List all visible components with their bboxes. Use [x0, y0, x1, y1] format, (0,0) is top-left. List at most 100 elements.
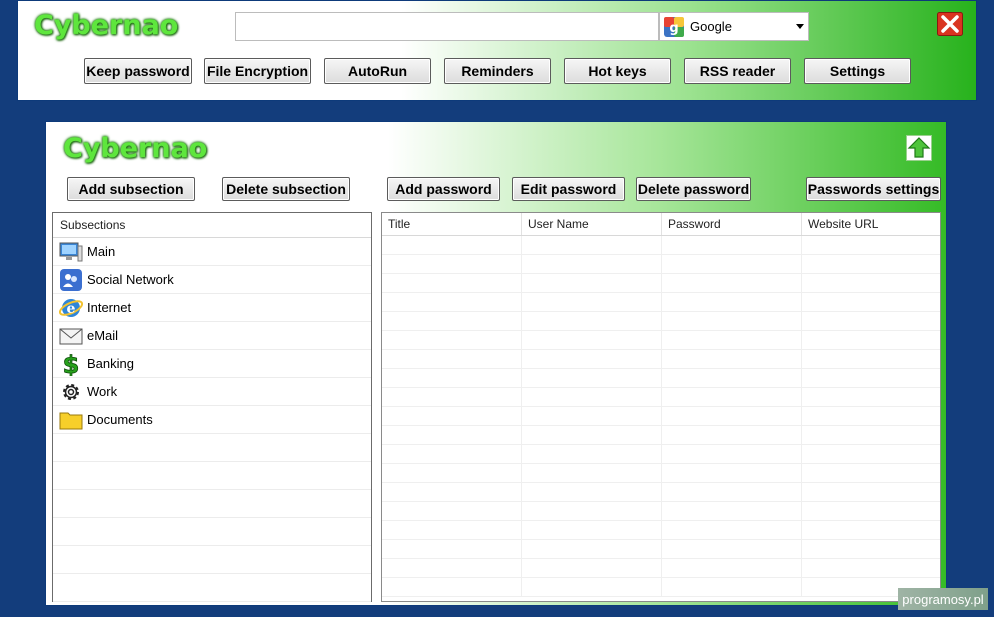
table-cell — [382, 236, 522, 254]
table-row — [382, 255, 940, 274]
table-cell — [382, 274, 522, 292]
table-cell — [802, 502, 940, 520]
table-row — [382, 274, 940, 293]
table-cell — [522, 274, 662, 292]
table-cell — [662, 502, 802, 520]
table-cell — [382, 483, 522, 501]
table-cell — [662, 578, 802, 596]
table-cell — [662, 540, 802, 558]
table-cell — [522, 407, 662, 425]
list-item[interactable]: Social Network — [53, 266, 371, 294]
column-header-website-url[interactable]: Website URL — [802, 213, 940, 235]
settings-button[interactable]: Settings — [804, 58, 911, 84]
svg-text:e: e — [67, 301, 76, 317]
table-cell — [522, 540, 662, 558]
file-encryption-button[interactable]: File Encryption — [204, 58, 311, 84]
list-item[interactable]: $ Banking — [53, 350, 371, 378]
gear-icon — [63, 383, 79, 400]
list-item[interactable]: Work — [53, 378, 371, 406]
table-cell — [382, 293, 522, 311]
table-cell — [802, 521, 940, 539]
table-cell — [382, 388, 522, 406]
table-cell — [382, 312, 522, 330]
passwords-table-body — [382, 236, 940, 597]
add-password-button[interactable]: Add password — [387, 177, 500, 201]
table-row — [382, 426, 940, 445]
list-item[interactable]: eMail — [53, 322, 371, 350]
passwords-settings-button[interactable]: Passwords settings — [806, 177, 941, 201]
subsections-list[interactable]: Subsections Main Social Network e Intern… — [52, 212, 372, 602]
column-header-user-name[interactable]: User Name — [522, 213, 662, 235]
social-network-icon — [60, 268, 82, 291]
empty-row — [53, 434, 371, 462]
keep-password-button[interactable]: Keep password — [84, 58, 192, 84]
table-row — [382, 483, 940, 502]
top-toolbar: Cybernao g Google Keep password File Enc… — [17, 0, 977, 101]
delete-password-button[interactable]: Delete password — [636, 177, 751, 201]
table-cell — [522, 559, 662, 577]
table-cell — [662, 369, 802, 387]
table-cell — [522, 350, 662, 368]
subsections-header: Subsections — [53, 213, 371, 238]
list-item[interactable]: Main — [53, 238, 371, 266]
reminders-button[interactable]: Reminders — [444, 58, 551, 84]
column-header-password[interactable]: Password — [662, 213, 802, 235]
table-cell — [382, 540, 522, 558]
table-cell — [662, 274, 802, 292]
edit-password-button[interactable]: Edit password — [512, 177, 625, 201]
table-cell — [802, 407, 940, 425]
table-cell — [522, 388, 662, 406]
svg-text:$: $ — [63, 352, 80, 376]
table-cell — [382, 559, 522, 577]
table-cell — [662, 350, 802, 368]
autorun-button[interactable]: AutoRun — [324, 58, 431, 84]
table-row — [382, 578, 940, 597]
table-cell — [522, 502, 662, 520]
table-cell — [382, 521, 522, 539]
list-item[interactable]: e Internet — [53, 294, 371, 322]
table-cell — [522, 426, 662, 444]
google-icon: g — [664, 16, 684, 37]
table-cell — [802, 274, 940, 292]
empty-row — [53, 546, 371, 574]
table-cell — [662, 407, 802, 425]
list-item[interactable]: Documents — [53, 406, 371, 434]
table-cell — [522, 445, 662, 463]
subsection-label: Banking — [87, 356, 134, 371]
empty-row — [53, 518, 371, 546]
envelope-icon — [59, 328, 83, 344]
arrow-up-icon[interactable] — [906, 135, 932, 161]
table-cell — [522, 369, 662, 387]
rss-reader-button[interactable]: RSS reader — [684, 58, 791, 84]
passwords-table[interactable]: Title User Name Password Website URL — [381, 212, 941, 602]
subsection-label: Documents — [87, 412, 153, 427]
panel-logo: Cybernao — [63, 133, 208, 164]
table-cell — [802, 426, 940, 444]
close-icon[interactable] — [937, 12, 963, 36]
table-cell — [382, 350, 522, 368]
hot-keys-button[interactable]: Hot keys — [564, 58, 671, 84]
table-cell — [662, 464, 802, 482]
table-cell — [522, 483, 662, 501]
empty-row — [53, 462, 371, 490]
search-input[interactable] — [235, 12, 659, 41]
add-subsection-button[interactable]: Add subsection — [67, 177, 195, 201]
subsection-label: Main — [87, 244, 116, 259]
column-header-title[interactable]: Title — [382, 213, 522, 235]
empty-row — [53, 574, 371, 602]
computer-icon — [59, 242, 83, 261]
table-cell — [382, 426, 522, 444]
table-cell — [802, 312, 940, 330]
table-cell — [382, 369, 522, 387]
subsection-label: eMail — [87, 328, 119, 343]
table-row — [382, 540, 940, 559]
table-row — [382, 464, 940, 483]
delete-subsection-button[interactable]: Delete subsection — [222, 177, 350, 201]
table-row — [382, 312, 940, 331]
search-engine-select[interactable]: g Google — [659, 12, 809, 41]
table-row — [382, 369, 940, 388]
table-cell — [522, 293, 662, 311]
table-cell — [802, 293, 940, 311]
table-cell — [522, 521, 662, 539]
table-row — [382, 331, 940, 350]
